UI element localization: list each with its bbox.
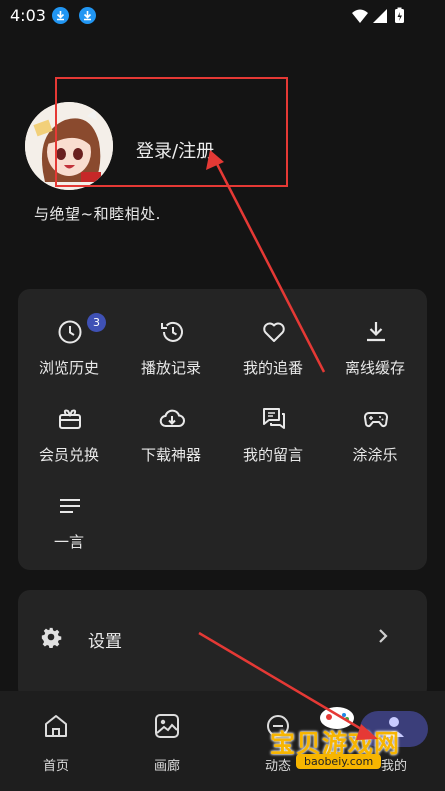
download-notification-icon bbox=[79, 7, 96, 24]
home-icon bbox=[45, 715, 67, 737]
wifi-icon bbox=[352, 9, 368, 23]
grid-item-download-tool[interactable]: 下载神器 bbox=[120, 392, 222, 472]
gift-card-icon bbox=[59, 409, 81, 429]
history-count-badge: 3 bbox=[87, 313, 106, 332]
settings-card: 设置 bbox=[18, 590, 427, 700]
grid-item-label: 我的追番 bbox=[242, 359, 303, 377]
lines-icon bbox=[60, 499, 80, 513]
nav-label: 首页 bbox=[42, 759, 69, 774]
clock-icon bbox=[58, 320, 82, 344]
gallery-icon bbox=[155, 714, 179, 738]
grid-item-label: 离线缓存 bbox=[344, 359, 405, 377]
annotation-highlight-box bbox=[55, 77, 288, 187]
status-time: 4:03 bbox=[10, 6, 46, 25]
settings-label: 设置 bbox=[88, 632, 122, 652]
grid-item-hitokoto[interactable]: 一言 bbox=[18, 479, 120, 559]
nav-label: 画廊 bbox=[153, 759, 180, 774]
nav-item-gallery[interactable]: 画廊 bbox=[137, 713, 197, 774]
grid-item-my-comments[interactable]: 我的留言 bbox=[222, 392, 324, 472]
battery-icon bbox=[395, 7, 404, 23]
grid-item-vip-redeem[interactable]: 会员兑换 bbox=[18, 392, 120, 472]
grid-item-label: 下载神器 bbox=[140, 446, 201, 464]
grid-item-doodle[interactable]: 涂涂乐 bbox=[324, 392, 426, 472]
watermark-url: baobeiy.com bbox=[296, 754, 382, 769]
grid-item-label: 一言 bbox=[53, 533, 84, 551]
grid-item-label: 会员兑换 bbox=[38, 446, 99, 464]
profile-motto: 与绝望~和睦相处. bbox=[34, 205, 161, 223]
grid-item-offline-cache[interactable]: 离线缓存 bbox=[324, 305, 426, 385]
signal-icon bbox=[373, 9, 387, 23]
function-grid-card: 3 浏览历史 播放记录 我的追番 离线缓存 会员兑换 下载神器 我的留言 涂涂乐… bbox=[18, 289, 427, 570]
chevron-right-icon bbox=[379, 629, 388, 643]
grid-item-play-record[interactable]: 播放记录 bbox=[120, 305, 222, 385]
grid-item-label: 浏览历史 bbox=[38, 359, 99, 377]
history-icon bbox=[161, 321, 183, 342]
grid-item-label: 我的留言 bbox=[242, 446, 303, 464]
heart-icon bbox=[263, 322, 285, 342]
grid-item-my-follows[interactable]: 我的追番 bbox=[222, 305, 324, 385]
download-notification-icon bbox=[52, 7, 69, 24]
grid-item-label: 涂涂乐 bbox=[352, 446, 398, 464]
status-icons bbox=[351, 7, 411, 29]
download-icon bbox=[367, 322, 385, 342]
nav-item-home[interactable]: 首页 bbox=[26, 713, 86, 774]
grid-item-label: 播放记录 bbox=[140, 359, 201, 377]
settings-row[interactable]: 设置 bbox=[18, 590, 427, 682]
watermark-logo: 宝贝游戏网 baobeiy.com bbox=[262, 707, 442, 782]
chat-bubbles-icon bbox=[263, 408, 285, 429]
status-bar: 4:03 bbox=[0, 0, 445, 30]
gamepad-icon bbox=[364, 411, 388, 428]
cloud-download-icon bbox=[159, 409, 185, 427]
grid-item-browse-history[interactable]: 3 浏览历史 bbox=[18, 305, 120, 385]
gear-icon bbox=[41, 627, 62, 648]
